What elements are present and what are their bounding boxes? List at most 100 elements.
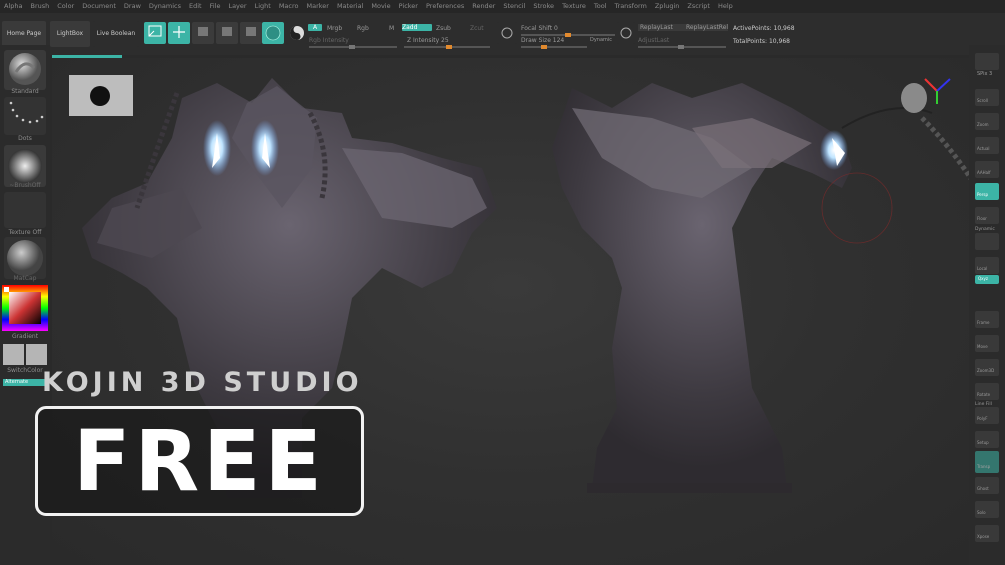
aahalf-button[interactable]: AAHalf	[975, 161, 999, 178]
menu-item[interactable]: Preferences	[426, 2, 464, 10]
menu-item[interactable]: Macro	[279, 2, 299, 10]
menu-item[interactable]: Picker	[399, 2, 418, 10]
move-button[interactable]: Move	[975, 335, 999, 352]
a-button[interactable]: A	[308, 24, 322, 31]
alpha-icon	[8, 149, 42, 183]
zsub-button[interactable]: Zsub	[436, 25, 451, 32]
actual-button[interactable]: Actual	[975, 137, 999, 154]
move-tool-button[interactable]	[192, 22, 214, 44]
focal-shift-slider[interactable]	[521, 33, 615, 37]
spix-label: SPix 3	[977, 71, 993, 77]
ghost-button[interactable]: Ghost	[975, 477, 999, 494]
transp-label: Transp	[977, 464, 991, 469]
menu-item[interactable]: Edit	[189, 2, 202, 10]
material-button[interactable]	[4, 237, 46, 279]
menu-item[interactable]: Movie	[371, 2, 390, 10]
z-intensity-slider[interactable]	[404, 45, 490, 49]
menu-item[interactable]: Marker	[306, 2, 328, 10]
rgb-intensity-slider[interactable]	[309, 45, 397, 49]
adjust-last-slider[interactable]	[638, 45, 726, 49]
alpha-button[interactable]	[4, 145, 46, 187]
standard-brush-icon	[9, 53, 41, 85]
persp-button[interactable]: Persp	[975, 183, 999, 200]
material-sphere-button[interactable]	[262, 22, 284, 44]
menu-item[interactable]: Layer	[228, 2, 246, 10]
zadd-button[interactable]: Zadd	[402, 24, 432, 31]
menu-item[interactable]: File	[210, 2, 221, 10]
menu-item[interactable]: Zscript	[687, 2, 710, 10]
zoom-button[interactable]: Zoom	[975, 113, 999, 130]
secondary-color-swatch[interactable]	[26, 344, 47, 365]
brush-standard-button[interactable]	[4, 50, 46, 90]
draw-tool-button[interactable]	[168, 22, 190, 44]
transp-button[interactable]: Transp	[975, 451, 999, 473]
stroke-dots-button[interactable]	[4, 97, 46, 135]
zoom3d-button[interactable]: Zoom3D	[975, 359, 999, 376]
menu-item[interactable]: Tool	[594, 2, 607, 10]
menu-item[interactable]: Material	[337, 2, 363, 10]
m-button[interactable]: M	[389, 25, 394, 32]
menu-item[interactable]: Light	[255, 2, 271, 10]
zoom-label: Zoom	[977, 122, 989, 127]
rotate-icon	[246, 27, 256, 36]
rgb-button[interactable]: Rgb	[357, 25, 369, 32]
menu-item[interactable]: Help	[718, 2, 733, 10]
local-button[interactable]: Local	[975, 257, 999, 274]
live-boolean-button[interactable]: Live Boolean	[93, 21, 139, 47]
color-picker-button[interactable]	[286, 22, 308, 44]
polyf-label: PolyF	[977, 416, 988, 421]
lightbox-button[interactable]: LightBox	[50, 21, 90, 47]
scale-tool-button[interactable]	[216, 22, 238, 44]
frame-button[interactable]: Frame	[975, 311, 999, 328]
menu-item[interactable]: Draw	[124, 2, 141, 10]
qxyz-button[interactable]: Qxyz	[975, 275, 999, 284]
menu-item[interactable]: Dynamics	[149, 2, 181, 10]
alternate-button[interactable]: Alternate	[3, 379, 45, 386]
replay-last-button[interactable]: ReplayLast	[638, 24, 684, 31]
menu-item[interactable]: Render	[472, 2, 495, 10]
rotate-button[interactable]: Rotate	[975, 383, 999, 400]
ghost-label: Ghost	[977, 486, 989, 491]
bpr-button[interactable]	[975, 53, 999, 70]
menu-item[interactable]: Alpha	[4, 2, 22, 10]
setup-label: Setup	[977, 440, 989, 445]
setup-button[interactable]: Setup	[975, 431, 999, 448]
dynamic-button[interactable]	[975, 233, 999, 250]
dynamic-button[interactable]: Dynamic	[590, 37, 612, 43]
edit-tool-button[interactable]	[144, 22, 166, 44]
focal-toggle[interactable]	[497, 22, 517, 44]
menu-item[interactable]: Brush	[30, 2, 49, 10]
menu-item[interactable]: Document	[82, 2, 116, 10]
replay-last-rel-button[interactable]: ReplayLastRel	[684, 24, 728, 31]
menu-item[interactable]: Zplugin	[655, 2, 680, 10]
xpose-label: Xpose	[977, 534, 990, 539]
menu-item[interactable]: Transform	[615, 2, 647, 10]
replay-icon	[620, 27, 632, 39]
solo-label: Solo	[977, 510, 986, 515]
axis-gizmo-icon[interactable]	[922, 76, 952, 106]
polyf-button[interactable]: PolyF	[975, 407, 999, 424]
home-page-button[interactable]: Home Page	[2, 21, 46, 47]
replay-toggle[interactable]	[617, 22, 635, 44]
menu-item[interactable]: Stroke	[533, 2, 554, 10]
mrgb-button[interactable]: Mrgb	[327, 25, 342, 32]
xpose-button[interactable]: Xpose	[975, 525, 999, 542]
menu-item[interactable]: Texture	[562, 2, 586, 10]
draw-size-slider[interactable]	[521, 45, 587, 49]
scroll-button[interactable]: Scroll	[975, 89, 999, 106]
zcut-button[interactable]: Zcut	[470, 25, 484, 32]
main-color-swatch[interactable]	[3, 344, 24, 365]
solo-button[interactable]: Solo	[975, 501, 999, 518]
material-sphere-icon	[7, 240, 43, 276]
persp-label: Persp	[977, 192, 988, 197]
local-label: Local	[977, 266, 988, 271]
rotate-tool-button[interactable]	[240, 22, 262, 44]
scroll-label: Scroll	[977, 98, 988, 103]
menu-bar: Alpha Brush Color Document Draw Dynamics Edit F…	[0, 0, 1005, 13]
menu-item[interactable]: Stencil	[503, 2, 525, 10]
floor-button[interactable]: Floor	[975, 207, 999, 224]
free-badge: FREE	[35, 406, 364, 516]
color-picker[interactable]	[2, 285, 48, 331]
texture-button[interactable]	[4, 192, 46, 228]
menu-item[interactable]: Color	[57, 2, 74, 10]
